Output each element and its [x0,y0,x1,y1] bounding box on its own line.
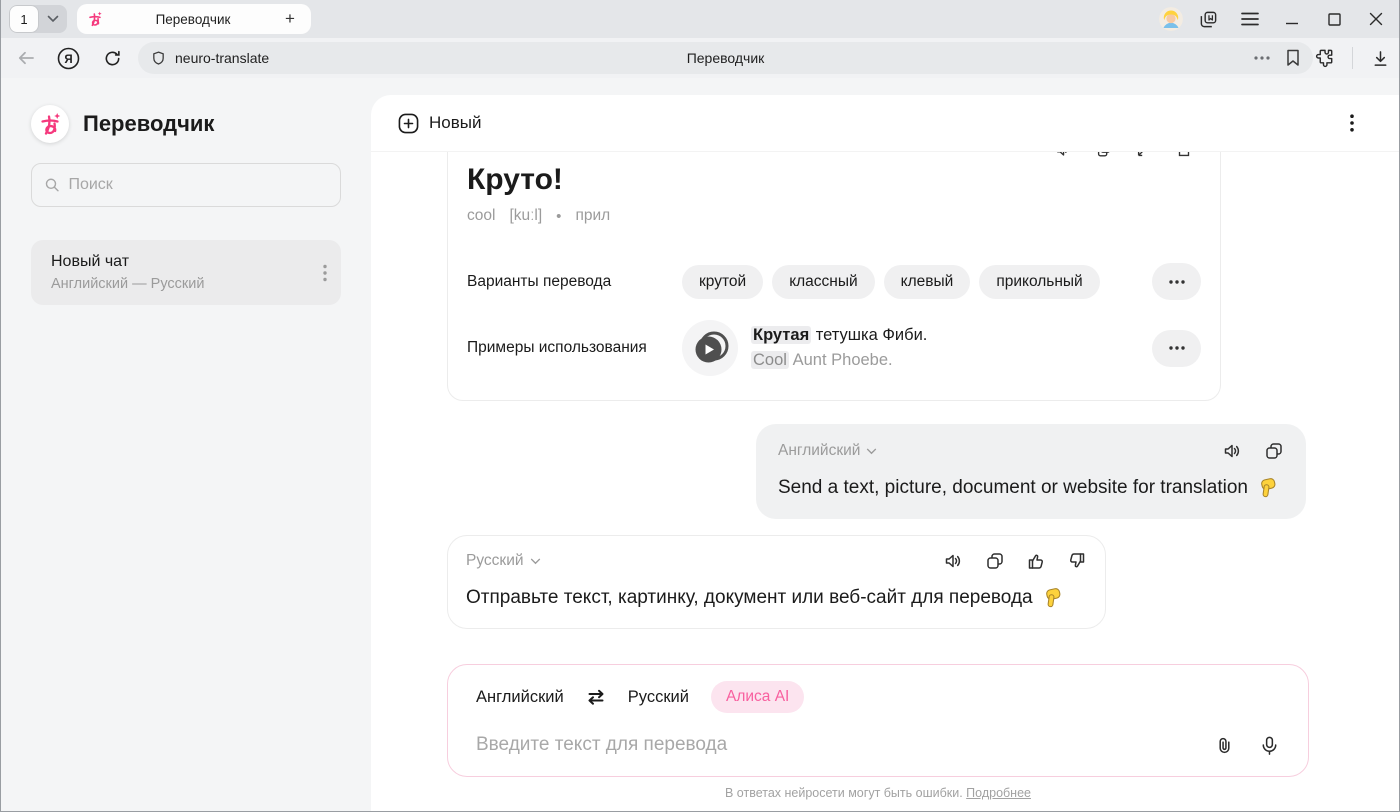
example-english: Cool Aunt Phoebe. [751,348,927,373]
examples-label: Примеры использования [467,336,682,360]
chat-item-title: Новый чат [51,253,323,271]
search-input[interactable] [68,176,328,194]
dictionary-card: cool Круто! cool [kuːl] • прил Вар [447,152,1221,401]
menu-icon[interactable] [1233,4,1267,34]
translation-input[interactable] [476,734,1214,756]
disclaimer-text: В ответах нейросети могут быть ошибки. [725,786,966,800]
chevron-down-icon [866,448,877,455]
user-message-bubble: Английский Send a text, picture, documen… [756,424,1306,519]
more-variants-button[interactable] [1152,263,1201,300]
pronunciation-row: cool [kuːl] • прил [467,207,1201,225]
browser-toolbar: Я neuro-translate Переводчик [1,38,1399,78]
speaker-icon[interactable] [1055,152,1073,159]
swap-languages-icon[interactable] [586,689,606,705]
pointing-down-emoji [1041,586,1064,609]
svg-text:Я: Я [64,54,72,66]
browser-window: 1 Переводчик × + [0,0,1400,812]
composer: Английский Русский Алиса AI [447,664,1309,777]
share-icon[interactable] [1175,152,1193,159]
back-button[interactable] [9,42,43,74]
tab-translator[interactable]: Переводчик × [77,4,311,34]
source-language-button[interactable]: Английский [476,688,564,707]
variant-chip[interactable]: прикольный [979,265,1099,299]
thumbs-down-icon[interactable] [1067,551,1087,571]
chevron-down-icon [530,558,541,565]
variant-chip[interactable]: крутой [682,265,763,299]
window-maximize-button[interactable] [1317,4,1351,34]
more-examples-button[interactable] [1152,330,1201,367]
tab-title: Переводчик [103,12,283,27]
bookmark-icon[interactable] [1285,49,1301,67]
expand-icon[interactable] [1135,152,1153,159]
new-tab-button[interactable]: + [277,6,303,32]
shield-icon [150,50,167,67]
page-body: Переводчик Новый чат Английский — Русски… [1,78,1399,812]
part-of-speech: прил [575,207,610,225]
tab-favicon-translate-icon [87,11,103,27]
reply-block: Русский Отправьте текст, картинку, докум… [447,535,1106,629]
yandex-home-button[interactable]: Я [51,42,85,74]
chat-menu-icon[interactable] [1350,114,1354,132]
url-text: neuro-translate [175,50,269,66]
new-chat-label: Новый [429,113,481,133]
reply-language-selector[interactable]: Русский [466,552,524,570]
copy-icon[interactable] [1095,152,1113,159]
disclaimer-more-link[interactable]: Подробнее [966,786,1031,800]
thumbs-up-icon[interactable] [1026,551,1046,571]
plus-icon [398,113,419,134]
address-bar[interactable]: neuro-translate Переводчик [138,42,1313,74]
dictionary-card-clipped-toolbar: cool [467,152,1201,159]
alice-ai-badge[interactable]: Алиса AI [711,681,804,713]
speaker-icon[interactable] [944,551,964,571]
bubble-language-selector[interactable]: Английский [778,442,860,460]
sidebar: Переводчик Новый чат Английский — Русски… [1,78,371,812]
toolbar-divider [1352,47,1353,69]
window-close-button[interactable] [1359,4,1393,34]
translator-logo-icon [31,105,69,143]
side-panels-icon[interactable] [1191,4,1225,34]
examples-row: Примеры использования Крутая тетушка Фиб… [467,320,1201,376]
play-example-button[interactable] [682,320,738,376]
tab-group-control[interactable]: 1 [9,5,67,33]
pointing-down-emoji [1256,476,1279,499]
variant-chip[interactable]: клевый [884,265,971,299]
app-title: Переводчик [83,111,214,137]
chat-item-languages: Английский — Русский [51,276,323,292]
variants-label: Варианты перевода [467,270,682,294]
main-panel: Новый cool Круто! co [371,95,1399,812]
copy-icon[interactable] [1264,441,1284,461]
downloads-icon[interactable] [1363,42,1397,74]
extensions-puzzle-icon[interactable] [1308,42,1342,74]
address-page-title: Переводчик [138,50,1313,66]
window-minimize-button[interactable] [1275,4,1309,34]
target-language-button[interactable]: Русский [628,688,689,707]
clipped-source-text: cool [469,152,517,155]
variant-chip[interactable]: классный [772,265,874,299]
tab-bar: 1 Переводчик × + [1,0,1399,38]
profile-avatar[interactable] [1159,7,1183,31]
source-word: cool [467,207,495,225]
variants-row: Варианты перевода крутой классный клевый… [467,263,1201,300]
refresh-button[interactable] [95,42,129,74]
sidebar-chat-item[interactable]: Новый чат Английский — Русский [31,240,341,305]
tab-counter[interactable]: 1 [9,5,39,33]
translation-headword: Круто! [467,163,1201,197]
microphone-icon[interactable] [1259,735,1280,756]
speaker-icon[interactable] [1223,441,1243,461]
chevron-down-icon [47,15,59,23]
new-chat-button[interactable]: Новый [398,113,481,134]
copy-icon[interactable] [985,551,1005,571]
attach-file-icon[interactable] [1214,735,1235,756]
address-more-icon[interactable] [1253,55,1271,61]
chat-item-menu-icon[interactable] [323,264,327,282]
chat-scroll-area[interactable]: cool Круто! cool [kuːl] • прил Вар [371,152,1399,812]
disclaimer: В ответах нейросети могут быть ошибки. П… [447,786,1309,800]
reply-text: Отправьте текст, картинку, документ или … [466,587,1033,609]
transcription: [kuːl] [509,207,542,225]
example-russian: Крутая тетушка Фиби. [751,323,927,348]
chat-header: Новый [371,95,1399,152]
search-box[interactable] [31,163,341,207]
search-icon [44,176,60,194]
user-message-text: Send a text, picture, document or websit… [778,477,1248,499]
